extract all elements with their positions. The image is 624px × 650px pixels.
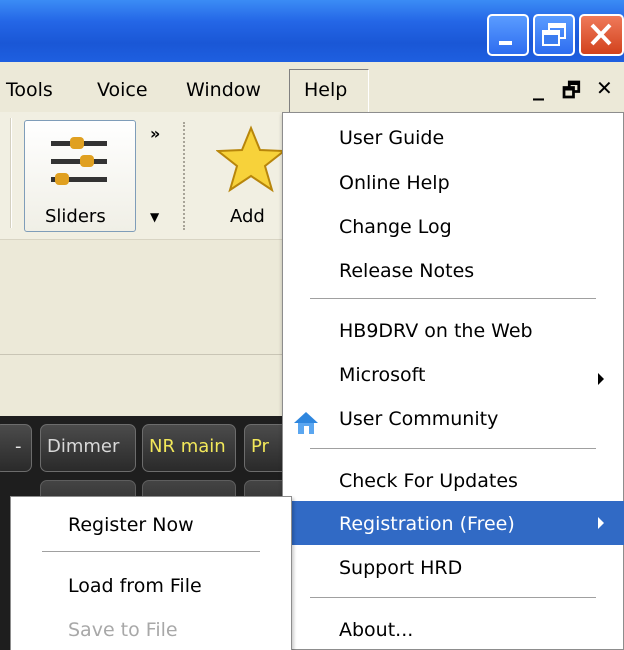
minimize-icon [499, 41, 512, 45]
submenu-arrow-icon [598, 517, 604, 529]
mdi-close-button[interactable]: ✕ [596, 76, 613, 100]
menu-item-release-notes[interactable]: Release Notes [339, 260, 474, 282]
menu-separator [310, 298, 596, 299]
submenu-separator [42, 551, 260, 552]
sliders-label: Sliders [45, 206, 106, 227]
restore-button[interactable] [533, 14, 575, 56]
add-button-label[interactable]: Add [230, 206, 265, 227]
menu-window[interactable]: Window [186, 79, 261, 101]
menu-help-label: Help [304, 79, 348, 101]
panel-divider [0, 354, 300, 355]
restore-icon [542, 23, 566, 46]
submenu-arrow-icon [598, 373, 604, 385]
menu-voice[interactable]: Voice [97, 79, 148, 101]
star-icon[interactable] [216, 124, 286, 194]
minimize-button[interactable] [487, 14, 529, 56]
menu-item-user-community[interactable]: User Community [339, 408, 498, 430]
toolbar-overflow-chevron[interactable]: » [150, 124, 160, 143]
menu-item-registration[interactable]: Registration (Free) [339, 513, 515, 535]
close-button[interactable] [579, 14, 624, 56]
mdi-restore-button[interactable]: 🗗 [562, 76, 581, 110]
menu-tools[interactable]: Tools [6, 79, 53, 101]
strip-button-dimmer[interactable]: Dimmer [40, 424, 136, 472]
menu-item-support-hrd[interactable]: Support HRD [339, 557, 462, 579]
menu-item-check-updates[interactable]: Check For Updates [339, 470, 518, 492]
toolbar-grip [183, 122, 185, 230]
menu-help[interactable]: Help [289, 69, 369, 113]
home-icon [294, 412, 318, 434]
submenu-item-register-now[interactable]: Register Now [68, 514, 194, 536]
panel-area [0, 240, 300, 416]
menu-item-user-guide[interactable]: User Guide [339, 127, 444, 149]
title-bar [0, 0, 624, 62]
menu-separator [310, 597, 596, 598]
menu-item-online-help[interactable]: Online Help [339, 172, 450, 194]
strip-button-nr-main[interactable]: NR main [142, 424, 236, 472]
menu-item-microsoft[interactable]: Microsoft [339, 364, 425, 386]
toolbar-separator [10, 118, 12, 228]
sliders-icon [51, 137, 107, 185]
close-icon [590, 23, 612, 46]
submenu-item-save-file: Save to File [68, 619, 178, 641]
menu-separator [310, 448, 596, 449]
chevron-down-icon[interactable]: ▼ [150, 210, 159, 224]
strip-button-dash[interactable]: - [0, 424, 32, 472]
mdi-minimize-button[interactable]: _ [533, 76, 544, 101]
menu-item-hb9drv-web[interactable]: HB9DRV on the Web [339, 320, 533, 342]
submenu-item-load-file[interactable]: Load from File [68, 575, 202, 597]
menu-item-change-log[interactable]: Change Log [339, 216, 452, 238]
menu-item-about[interactable]: About... [339, 619, 413, 641]
